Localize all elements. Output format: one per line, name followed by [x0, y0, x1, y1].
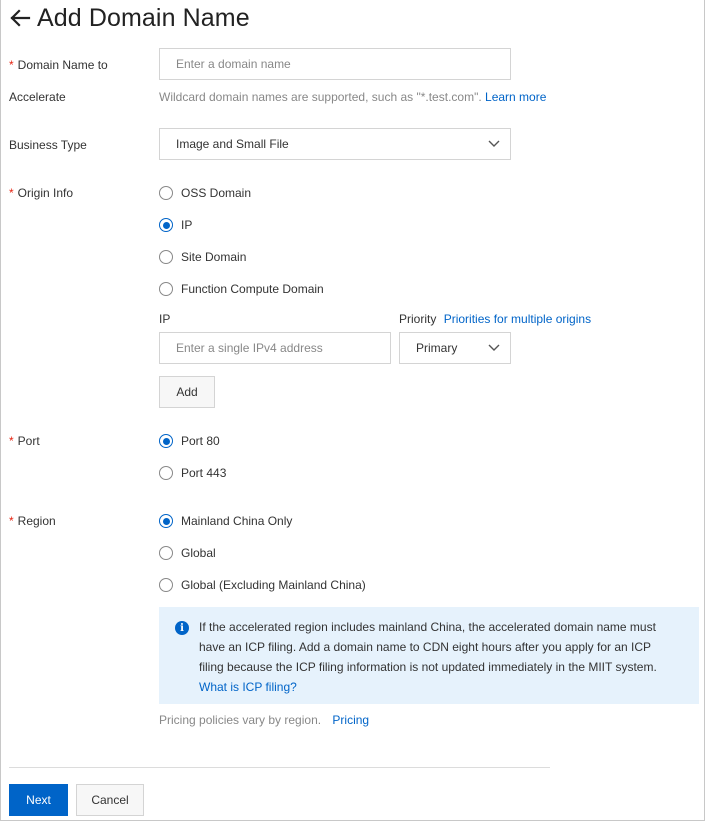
business-type-select[interactable]: Image and Small File: [159, 128, 511, 160]
radio-button[interactable]: [159, 282, 173, 296]
radio-button-selected[interactable]: [159, 434, 173, 448]
domain-input[interactable]: Enter a domain name: [159, 48, 511, 80]
region-label: * Region: [9, 514, 56, 528]
radio-button[interactable]: [159, 250, 173, 264]
next-button[interactable]: Next: [9, 784, 68, 816]
page-header: Add Domain Name: [9, 2, 250, 34]
domain-label-line2: Accelerate: [9, 90, 66, 104]
priorities-link[interactable]: Priorities for multiple origins: [444, 312, 591, 326]
ip-input-placeholder: Enter a single IPv4 address: [176, 341, 323, 355]
domain-label: * Domain Name to: [9, 58, 108, 72]
ip-input[interactable]: Enter a single IPv4 address: [159, 332, 391, 364]
radio-button-selected[interactable]: [159, 514, 173, 528]
origin-option-ip[interactable]: IP: [159, 216, 192, 234]
business-type-label: Business Type: [9, 138, 87, 152]
required-mark: *: [9, 58, 14, 72]
footer-divider: [9, 767, 550, 768]
port-option-80[interactable]: Port 80: [159, 432, 220, 450]
region-option-global-excluding[interactable]: Global (Excluding Mainland China): [159, 576, 366, 594]
pricing-link[interactable]: Pricing: [332, 713, 369, 727]
priority-value: Primary: [416, 341, 458, 355]
learn-more-link[interactable]: Learn more: [485, 90, 546, 104]
port-option-443[interactable]: Port 443: [159, 464, 226, 482]
info-icon: i: [175, 621, 189, 635]
priority-select[interactable]: Primary: [399, 332, 511, 364]
add-origin-button[interactable]: Add: [159, 376, 215, 408]
icp-notice: i If the accelerated region includes mai…: [159, 607, 699, 704]
domain-help: Wildcard domain names are supported, suc…: [159, 90, 547, 104]
radio-button[interactable]: [159, 186, 173, 200]
icp-filing-link[interactable]: What is ICP filing?: [199, 677, 669, 697]
radio-button[interactable]: [159, 546, 173, 560]
required-mark: *: [9, 434, 14, 448]
origin-option-site[interactable]: Site Domain: [159, 248, 246, 266]
page-title: Add Domain Name: [37, 3, 250, 32]
region-option-global[interactable]: Global: [159, 544, 216, 562]
origin-option-function-compute[interactable]: Function Compute Domain: [159, 280, 324, 298]
chevron-down-icon: [488, 344, 500, 351]
port-label: * Port: [9, 434, 40, 448]
required-mark: *: [9, 186, 14, 200]
required-mark: *: [9, 514, 14, 528]
pricing-row: Pricing policies vary by region. Pricing: [159, 713, 369, 727]
ip-label: IP: [159, 312, 171, 326]
back-arrow-icon[interactable]: [9, 8, 31, 28]
origin-info-label: * Origin Info: [9, 186, 74, 200]
radio-button-selected[interactable]: [159, 218, 173, 232]
radio-button[interactable]: [159, 578, 173, 592]
priority-label-row: Priority Priorities for multiple origins: [399, 312, 591, 326]
chevron-down-icon: [488, 140, 500, 147]
icp-notice-text: If the accelerated region includes mainl…: [199, 617, 669, 697]
priority-label: Priority: [399, 312, 437, 326]
domain-input-placeholder: Enter a domain name: [176, 57, 291, 71]
business-type-value: Image and Small File: [176, 137, 289, 151]
pricing-text: Pricing policies vary by region.: [159, 713, 322, 727]
cancel-button[interactable]: Cancel: [76, 784, 144, 816]
radio-button[interactable]: [159, 466, 173, 480]
origin-option-oss[interactable]: OSS Domain: [159, 184, 251, 202]
region-option-mainland[interactable]: Mainland China Only: [159, 512, 292, 530]
